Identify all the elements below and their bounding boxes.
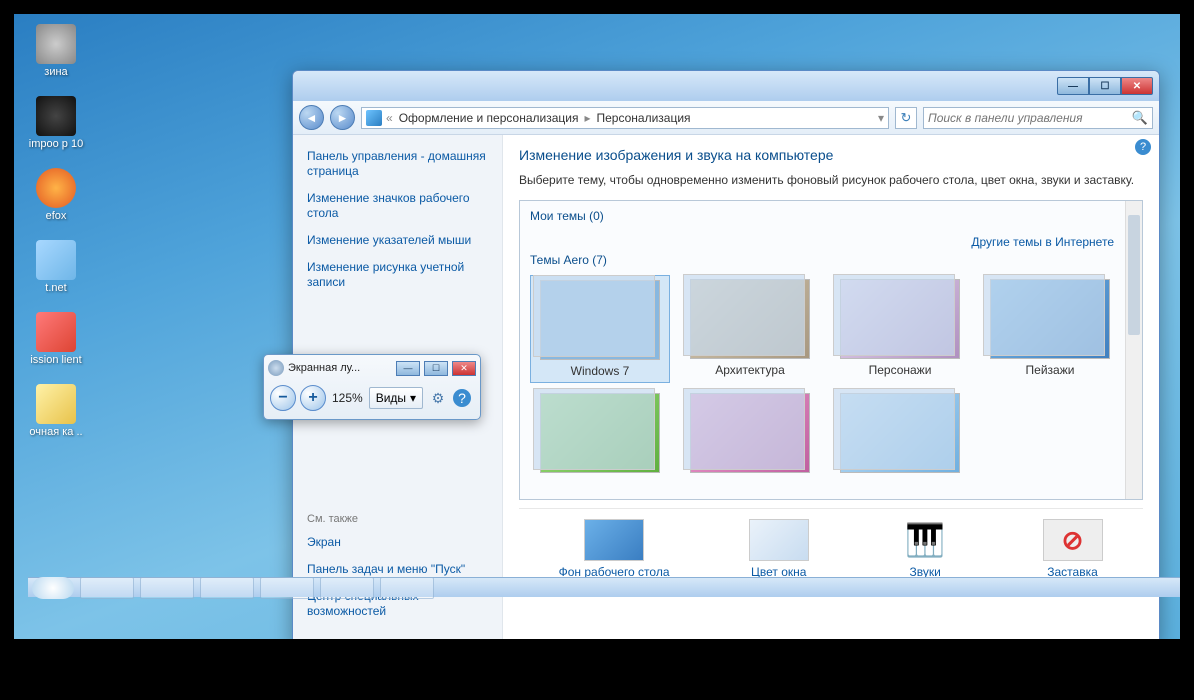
taskbar-item[interactable] [260, 577, 314, 599]
desktop: зина impoo p 10 efox t.net ission lient … [14, 14, 1180, 639]
taskbar[interactable] [28, 577, 1180, 597]
paint-icon [36, 240, 76, 280]
address-breadcrumb[interactable]: « Оформление и персонализация ▸ Персонал… [361, 107, 889, 129]
desktop-icon-transmission[interactable]: ission lient [24, 312, 88, 366]
magnifier-title: Экранная лу... [288, 362, 392, 374]
maximize-button[interactable]: ☐ [1089, 77, 1121, 95]
chevron-down-icon: ▾ [410, 391, 416, 405]
theme-item[interactable] [680, 389, 820, 481]
firefox-icon [36, 168, 76, 208]
settings-button[interactable]: ⚙ [427, 387, 449, 409]
forward-button[interactable]: ► [330, 105, 355, 130]
sidebar-link-display[interactable]: Экран [307, 535, 488, 550]
page-description: Выберите тему, чтобы одновременно измени… [519, 173, 1143, 188]
theme-thumbnail [990, 279, 1110, 359]
taskbar-item[interactable] [80, 577, 134, 599]
magnifier-window[interactable]: Экранная лу... — ☐ ✕ − + 125% Виды▾ ⚙ ? [263, 354, 481, 420]
content-area: ? Изменение изображения и звука на компь… [503, 135, 1159, 639]
taskbar-item[interactable] [320, 577, 374, 599]
theme-item-windows7[interactable]: Windows 7 [530, 275, 670, 383]
scrollbar-thumb[interactable] [1128, 215, 1140, 335]
other-themes-link[interactable]: Другие темы в Интернете [971, 235, 1114, 249]
theme-item-architecture[interactable]: Архитектура [680, 275, 820, 383]
taskbar-item[interactable] [140, 577, 194, 599]
sidebar-link-mouse-pointers[interactable]: Изменение указателей мыши [307, 233, 488, 248]
breadcrumb-segment[interactable]: Оформление и персонализация [397, 111, 581, 125]
themes-container: Мои темы (0) Другие темы в Интернете Тем… [519, 200, 1143, 500]
theme-item[interactable] [530, 389, 670, 481]
theme-thumbnail [690, 279, 810, 359]
desktop-icon-paint[interactable]: t.net [24, 240, 88, 294]
sidebar-link-desktop-icons[interactable]: Изменение значков рабочего стола [307, 191, 488, 221]
theme-item-landscapes[interactable]: Пейзажи [980, 275, 1120, 383]
chevron-right-icon: ▸ [584, 111, 590, 125]
desktop-icon-trash[interactable]: зина [24, 24, 88, 78]
theme-thumbnail [540, 393, 660, 473]
control-panel-icon [366, 110, 382, 126]
magnifier-maximize-button[interactable]: ☐ [424, 361, 448, 376]
close-button[interactable]: ✕ [1121, 77, 1153, 95]
taskbar-item[interactable] [200, 577, 254, 599]
explorer-navbar: ◄ ► « Оформление и персонализация ▸ Перс… [293, 101, 1159, 135]
magnifier-titlebar[interactable]: Экранная лу... — ☐ ✕ [264, 355, 480, 381]
chevron-right-icon: « [386, 111, 393, 125]
help-button[interactable]: ? [453, 389, 471, 407]
desktop-icon-firefox[interactable]: efox [24, 168, 88, 222]
taskbar-item[interactable] [380, 577, 434, 599]
wallpaper-icon [584, 519, 644, 561]
refresh-button[interactable]: ↻ [895, 107, 917, 129]
magnifier-minimize-button[interactable]: — [396, 361, 420, 376]
zoom-in-button[interactable]: + [300, 385, 326, 411]
aero-themes-grid: Windows 7 Архитектура Персонажи Пейзажи [524, 275, 1142, 487]
page-heading: Изменение изображения и звука на компьют… [519, 147, 1143, 163]
sidebar-link-account-picture[interactable]: Изменение рисунка учетной записи [307, 260, 488, 290]
aero-themes-label: Темы Aero (7) [524, 249, 1142, 275]
desktop-icons-column: зина impoo p 10 efox t.net ission lient … [24, 24, 94, 456]
theme-thumbnail [690, 393, 810, 473]
theme-thumbnail [840, 279, 960, 359]
transmission-icon [36, 312, 76, 352]
zoom-level: 125% [330, 391, 365, 405]
scrollbar[interactable] [1125, 201, 1142, 499]
folder-icon [36, 384, 76, 424]
screensaver-icon [1043, 519, 1103, 561]
address-dropdown-icon[interactable]: ▾ [878, 111, 884, 125]
sidebar-link-taskbar[interactable]: Панель задач и меню "Пуск" [307, 562, 488, 577]
breadcrumb-segment[interactable]: Персонализация [594, 111, 692, 125]
views-dropdown[interactable]: Виды▾ [369, 387, 423, 409]
aperture-icon [36, 96, 76, 136]
search-icon[interactable]: 🔍 [1132, 110, 1148, 126]
start-button[interactable] [32, 577, 74, 599]
search-box[interactable]: 🔍 [923, 107, 1153, 129]
sounds-icon: 🎹 [895, 519, 955, 561]
window-color-icon [749, 519, 809, 561]
search-input[interactable] [928, 111, 1132, 125]
minimize-button[interactable]: — [1057, 77, 1089, 95]
magnifier-close-button[interactable]: ✕ [452, 361, 476, 376]
my-themes-label: Мои темы (0) [524, 205, 1142, 231]
magnifier-toolbar: − + 125% Виды▾ ⚙ ? [264, 381, 480, 415]
sidebar-link-home[interactable]: Панель управления - домашняя страница [307, 149, 488, 179]
zoom-out-button[interactable]: − [270, 385, 296, 411]
help-button[interactable]: ? [1135, 139, 1151, 155]
see-also-label: См. также [307, 513, 488, 525]
magnifier-icon [268, 360, 284, 376]
theme-item-characters[interactable]: Персонажи [830, 275, 970, 383]
desktop-icon-ashampoo[interactable]: impoo p 10 [24, 96, 88, 150]
trash-icon [36, 24, 76, 64]
theme-thumbnail [540, 280, 660, 360]
theme-item[interactable] [830, 389, 970, 481]
desktop-icon-folder[interactable]: очная ка .. [24, 384, 88, 438]
window-titlebar[interactable]: — ☐ ✕ [293, 71, 1159, 101]
theme-thumbnail [840, 393, 960, 473]
back-button[interactable]: ◄ [299, 105, 324, 130]
